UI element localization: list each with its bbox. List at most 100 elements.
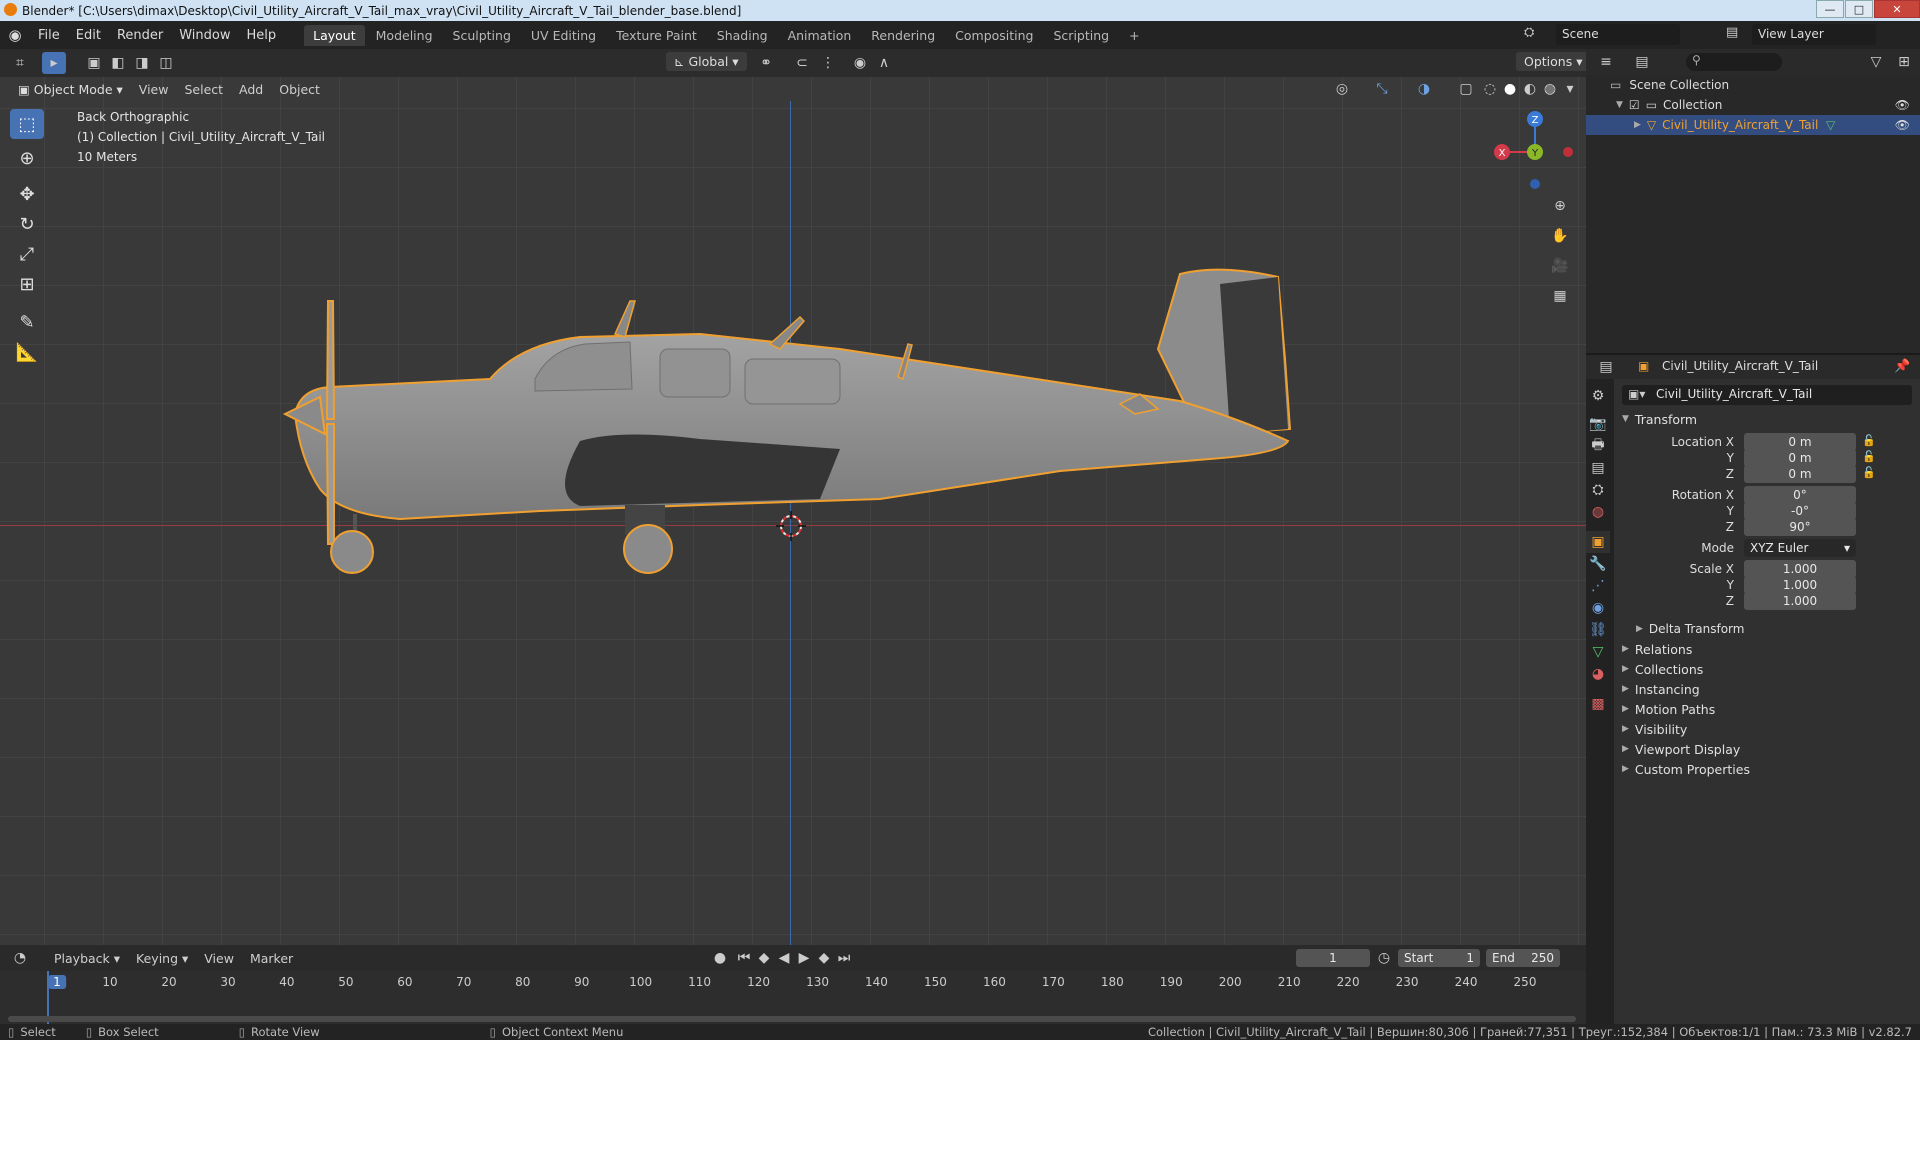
outliner-row-collection[interactable]: ▼ ☑ ▭ Collection 👁 xyxy=(1586,95,1920,115)
lock-icon[interactable]: 🔓 xyxy=(1862,449,1876,465)
rotation-z-field[interactable]: 90° xyxy=(1744,518,1856,536)
world-tab-icon[interactable]: ◍ xyxy=(1586,501,1610,523)
cursor-icon[interactable]: ⊕ xyxy=(10,143,44,173)
pan-hand-icon[interactable]: ✋ xyxy=(1548,221,1572,251)
select-mode-new-icon[interactable]: ▣ xyxy=(82,52,106,74)
rotate-icon[interactable]: ↻ xyxy=(10,209,44,239)
viewport-menu-view[interactable]: View xyxy=(131,82,177,97)
3d-cursor-icon[interactable] xyxy=(776,511,806,541)
mode-dropdown[interactable]: ▣ Object Mode ▾ xyxy=(10,80,131,99)
collection-visibility-icon[interactable]: 👁 xyxy=(1895,98,1910,112)
view-layer-icon[interactable]: ▤ xyxy=(1726,25,1746,45)
tab-texture-paint[interactable]: Texture Paint xyxy=(607,25,706,46)
scale-z-field[interactable]: 1.000 xyxy=(1744,592,1856,610)
modifiers-tab-icon[interactable]: 🔧 xyxy=(1586,553,1610,575)
output-tab-icon[interactable]: 🖶 xyxy=(1586,435,1610,457)
pin-icon[interactable]: 📌 xyxy=(1894,359,1910,374)
3d-viewport[interactable]: ⌗ ▸ ▣ ◧ ◨ ◫ ⊾ Global ▾ ⚭ ⊂ ⋮ ◉ ∧ Options… xyxy=(0,49,1586,945)
object-expand-icon[interactable]: ▶ xyxy=(1634,120,1641,130)
properties-editor-icon[interactable]: ▤ xyxy=(1594,356,1618,378)
physics-tab-icon[interactable]: ◉ xyxy=(1586,597,1610,619)
start-frame-field[interactable]: Start 1 xyxy=(1398,949,1480,967)
tab-compositing[interactable]: Compositing xyxy=(946,25,1042,46)
scene-tab-icon[interactable]: ⛭ xyxy=(1586,479,1610,501)
tab-shading[interactable]: Shading xyxy=(708,25,777,46)
render-tab-icon[interactable]: 📷 xyxy=(1586,413,1610,435)
orientation-dropdown[interactable]: ⊾ Global ▾ xyxy=(666,52,747,71)
current-frame-field[interactable]: 1 xyxy=(1296,949,1370,967)
menu-help[interactable]: Help xyxy=(239,28,285,43)
timeline-editor-icon[interactable]: ◔ xyxy=(8,947,32,969)
transform-panel-header[interactable]: ▼ Transform xyxy=(1622,407,1912,431)
timeline-track[interactable]: 1 10 20 30 40 50 60 70 80 90 100 110 120 130 140 150 160… xyxy=(0,971,1586,1024)
add-workspace-button[interactable]: + xyxy=(1120,25,1148,46)
gizmo-neg-x[interactable] xyxy=(1563,147,1573,157)
collection-checkbox[interactable]: ☑ xyxy=(1629,98,1640,112)
object-tab-icon[interactable]: ▣ xyxy=(1586,531,1610,553)
maximize-button[interactable]: □ xyxy=(1845,0,1873,18)
new-collection-icon[interactable]: ⊞ xyxy=(1892,51,1916,73)
options-dropdown[interactable]: Options ▾ xyxy=(1516,52,1586,71)
particles-tab-icon[interactable]: ⋰ xyxy=(1586,575,1610,597)
shading-options-icon[interactable]: ▾ xyxy=(1558,78,1582,100)
filter-icon[interactable]: ▽ xyxy=(1864,51,1888,73)
gizmo-neg-z[interactable] xyxy=(1530,179,1540,189)
pivot-icon[interactable]: ⚭ xyxy=(754,52,778,74)
view-layer-tab-icon[interactable]: ▤ xyxy=(1586,457,1610,479)
select-mode-subtract-icon[interactable]: ◨ xyxy=(130,52,154,74)
outliner-row-scene-collection[interactable]: ▭ Scene Collection xyxy=(1586,75,1920,95)
texture-tab-icon[interactable]: ▩ xyxy=(1586,693,1610,715)
minimize-button[interactable]: — xyxy=(1816,0,1844,18)
overlay-toggle-icon[interactable]: ◑ xyxy=(1412,78,1436,100)
rotation-mode-dropdown[interactable]: XYZ Euler ▾ xyxy=(1744,539,1856,557)
record-icon[interactable]: ● xyxy=(708,947,732,969)
material-tab-icon[interactable]: ◕ xyxy=(1586,663,1610,685)
scene-icon[interactable]: ⛭ xyxy=(1524,25,1544,45)
menu-edit[interactable]: Edit xyxy=(68,28,109,43)
timeline-scrollbar[interactable] xyxy=(8,1016,1576,1022)
select-mode-intersect-icon[interactable]: ◫ xyxy=(154,52,178,74)
viewport-menu-object[interactable]: Object xyxy=(271,82,328,97)
outliner-editor-icon[interactable]: ≡ xyxy=(1594,51,1618,73)
xray-icon[interactable]: ▢ xyxy=(1454,78,1478,100)
scale-icon[interactable]: ⤢ xyxy=(10,239,44,269)
data-tab-icon[interactable]: ▽ xyxy=(1586,641,1610,663)
grid-icon[interactable]: ▦ xyxy=(1548,281,1572,311)
select-tool-icon[interactable]: ▸ xyxy=(42,52,66,74)
outliner-row-object[interactable]: ▶ ▽ Civil_Utility_Aircraft_V_Tail ▽ 👁 xyxy=(1586,115,1920,135)
viewport-menu-add[interactable]: Add xyxy=(231,82,271,97)
tab-rendering[interactable]: Rendering xyxy=(862,25,944,46)
falloff-icon[interactable]: ∧ xyxy=(872,52,896,74)
camera-icon[interactable]: 🎥 xyxy=(1548,251,1572,281)
annotate-icon[interactable]: ✎ xyxy=(10,307,44,337)
tab-sculpting[interactable]: Sculpting xyxy=(444,25,520,46)
navigation-gizmo[interactable]: Z X Y xyxy=(1480,104,1580,204)
collection-expand-icon[interactable]: ▼ xyxy=(1616,100,1623,110)
select-mode-extend-icon[interactable]: ◧ xyxy=(106,52,130,74)
editor-type-icon[interactable]: ⌗ xyxy=(8,52,32,74)
view-layer-selector[interactable]: View Layer xyxy=(1752,24,1876,45)
display-mode-icon[interactable]: ▤ xyxy=(1630,51,1654,73)
jump-end-icon[interactable]: ⏭ xyxy=(832,947,856,969)
move-icon[interactable]: ✥ xyxy=(10,179,44,209)
tool-tab-icon[interactable]: ⚙ xyxy=(1586,385,1610,407)
constraints-tab-icon[interactable]: ⛓ xyxy=(1586,619,1610,641)
outliner-search-input[interactable]: ⚲ xyxy=(1686,53,1782,71)
lock-icon[interactable]: 🔓 xyxy=(1862,465,1876,481)
custom-properties-panel-header[interactable]: ▶ Custom Properties xyxy=(1622,757,1912,781)
viewport-menu-select[interactable]: Select xyxy=(176,82,231,97)
zoom-icon[interactable]: ⊕ xyxy=(1548,191,1572,221)
visibility-icon[interactable]: ◎ xyxy=(1330,78,1354,100)
menu-window[interactable]: Window xyxy=(171,28,238,43)
tab-animation[interactable]: Animation xyxy=(779,25,861,46)
end-frame-field[interactable]: End 250 xyxy=(1486,949,1560,967)
timeline-menu-keying[interactable]: Keying ▾ xyxy=(128,951,196,966)
menu-render[interactable]: Render xyxy=(109,28,171,43)
close-button[interactable]: ✕ xyxy=(1874,0,1920,18)
measure-icon[interactable]: 📐 xyxy=(10,337,44,367)
proportional-edit-icon[interactable]: ◉ xyxy=(848,52,872,74)
snap-target-icon[interactable]: ⋮ xyxy=(816,52,840,74)
blender-menu-icon[interactable]: ◉ xyxy=(0,26,30,44)
scene-selector[interactable]: Scene xyxy=(1556,24,1680,45)
transform-icon[interactable]: ⊞ xyxy=(10,269,44,299)
